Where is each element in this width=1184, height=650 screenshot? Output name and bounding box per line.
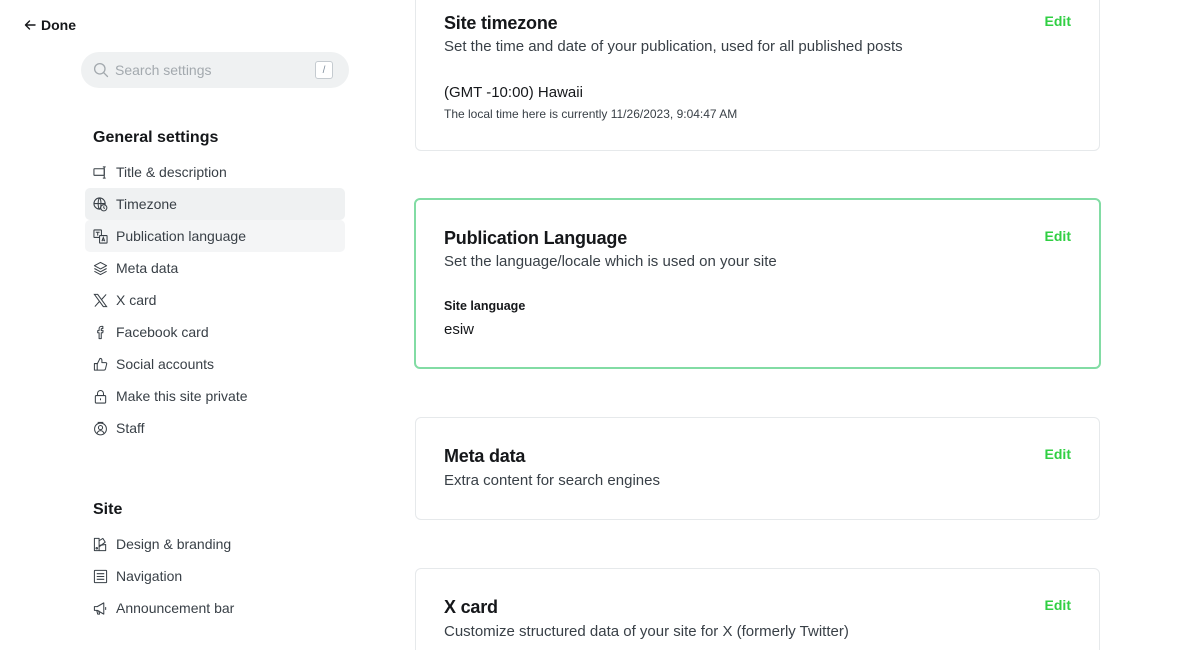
sidebar-item-publication-language[interactable]: Publication language <box>85 220 345 252</box>
sidebar-item-label: Timezone <box>116 196 177 212</box>
card-title: Meta data <box>444 446 526 466</box>
card-description: Set the language/locale which is used on… <box>444 253 777 270</box>
lock-icon <box>93 389 108 404</box>
search-shortcut-badge: / <box>315 61 333 79</box>
publication-language-card: Publication Language Edit Set the langua… <box>414 198 1101 369</box>
search-icon <box>93 62 109 78</box>
search-input[interactable] <box>115 62 305 78</box>
sidebar-item-label: Make this site private <box>116 388 248 404</box>
sidebar-item-title-description[interactable]: Title & description <box>85 156 345 188</box>
timezone-card: Site timezone Edit Set the time and date… <box>415 0 1100 151</box>
done-label: Done <box>41 17 76 33</box>
sidebar-item-announcement-bar[interactable]: Announcement bar <box>85 592 345 624</box>
x-logo-icon <box>93 293 108 308</box>
card-title: Site timezone <box>444 13 558 33</box>
sidebar-item-x-card[interactable]: X card <box>85 284 345 316</box>
arrow-left-icon <box>24 20 36 30</box>
site-language-label: Site language <box>444 299 526 313</box>
card-title: X card <box>444 597 498 617</box>
sidebar-item-label: Social accounts <box>116 356 215 372</box>
sidebar-item-label: Navigation <box>116 568 183 584</box>
settings-page: Done / General settings Title & descript… <box>0 0 1184 650</box>
card-description: Set the time and date of your publicatio… <box>444 38 903 55</box>
site-language-value: esiw <box>444 321 475 338</box>
site-nav: Design & branding Navigation Announcemen… <box>85 528 345 624</box>
sidebar-item-label: Meta data <box>116 260 179 276</box>
sidebar-item-social-accounts[interactable]: Social accounts <box>85 348 345 380</box>
card-description: Customize structured data of your site f… <box>444 623 849 640</box>
timezone-value: (GMT -10:00) Hawaii <box>444 84 583 101</box>
sidebar-item-label: Announcement bar <box>116 600 235 616</box>
sidebar-item-facebook-card[interactable]: Facebook card <box>85 316 345 348</box>
local-time-hint: The local time here is currently 11/26/2… <box>444 107 738 121</box>
search-box[interactable]: / <box>81 52 349 88</box>
sidebar-item-label: Facebook card <box>116 324 209 340</box>
sidebar-item-label: X card <box>116 292 157 308</box>
staff-icon <box>93 421 108 436</box>
sidebar-item-navigation[interactable]: Navigation <box>85 560 345 592</box>
card-title: Publication Language <box>444 228 628 248</box>
edit-timezone-button[interactable]: Edit <box>1045 13 1071 29</box>
language-icon <box>93 228 108 244</box>
card-description: Extra content for search engines <box>444 472 660 489</box>
general-settings-heading: General settings <box>93 129 219 146</box>
title-description-icon <box>93 165 108 180</box>
meta-data-card: Meta data Edit Extra content for search … <box>415 417 1100 520</box>
sidebar-item-meta-data[interactable]: Meta data <box>85 252 345 284</box>
sidebar-item-make-private[interactable]: Make this site private <box>85 380 345 412</box>
edit-language-button[interactable]: Edit <box>1045 228 1071 244</box>
sidebar-item-label: Title & description <box>116 164 227 180</box>
megaphone-icon <box>93 601 108 616</box>
sidebar-item-timezone[interactable]: Timezone <box>85 188 345 220</box>
paintbrush-icon <box>93 537 108 552</box>
layers-icon <box>93 261 108 276</box>
globe-clock-icon <box>93 196 108 212</box>
x-card-card: X card Edit Customize structured data of… <box>415 568 1100 650</box>
sidebar-item-label: Publication language <box>116 228 246 244</box>
site-heading: Site <box>93 501 123 518</box>
sidebar-item-design-branding[interactable]: Design & branding <box>85 528 345 560</box>
facebook-icon <box>93 325 108 340</box>
done-button[interactable]: Done <box>24 17 76 33</box>
sidebar-item-label: Design & branding <box>116 536 232 552</box>
sidebar-item-label: Staff <box>116 420 145 436</box>
sidebar-item-staff[interactable]: Staff <box>85 412 345 444</box>
edit-x-card-button[interactable]: Edit <box>1045 597 1071 613</box>
general-settings-nav: Title & description Timezone Publication… <box>85 156 345 444</box>
thumbs-up-icon <box>93 357 108 372</box>
navigation-icon <box>93 569 108 584</box>
edit-meta-button[interactable]: Edit <box>1045 446 1071 462</box>
